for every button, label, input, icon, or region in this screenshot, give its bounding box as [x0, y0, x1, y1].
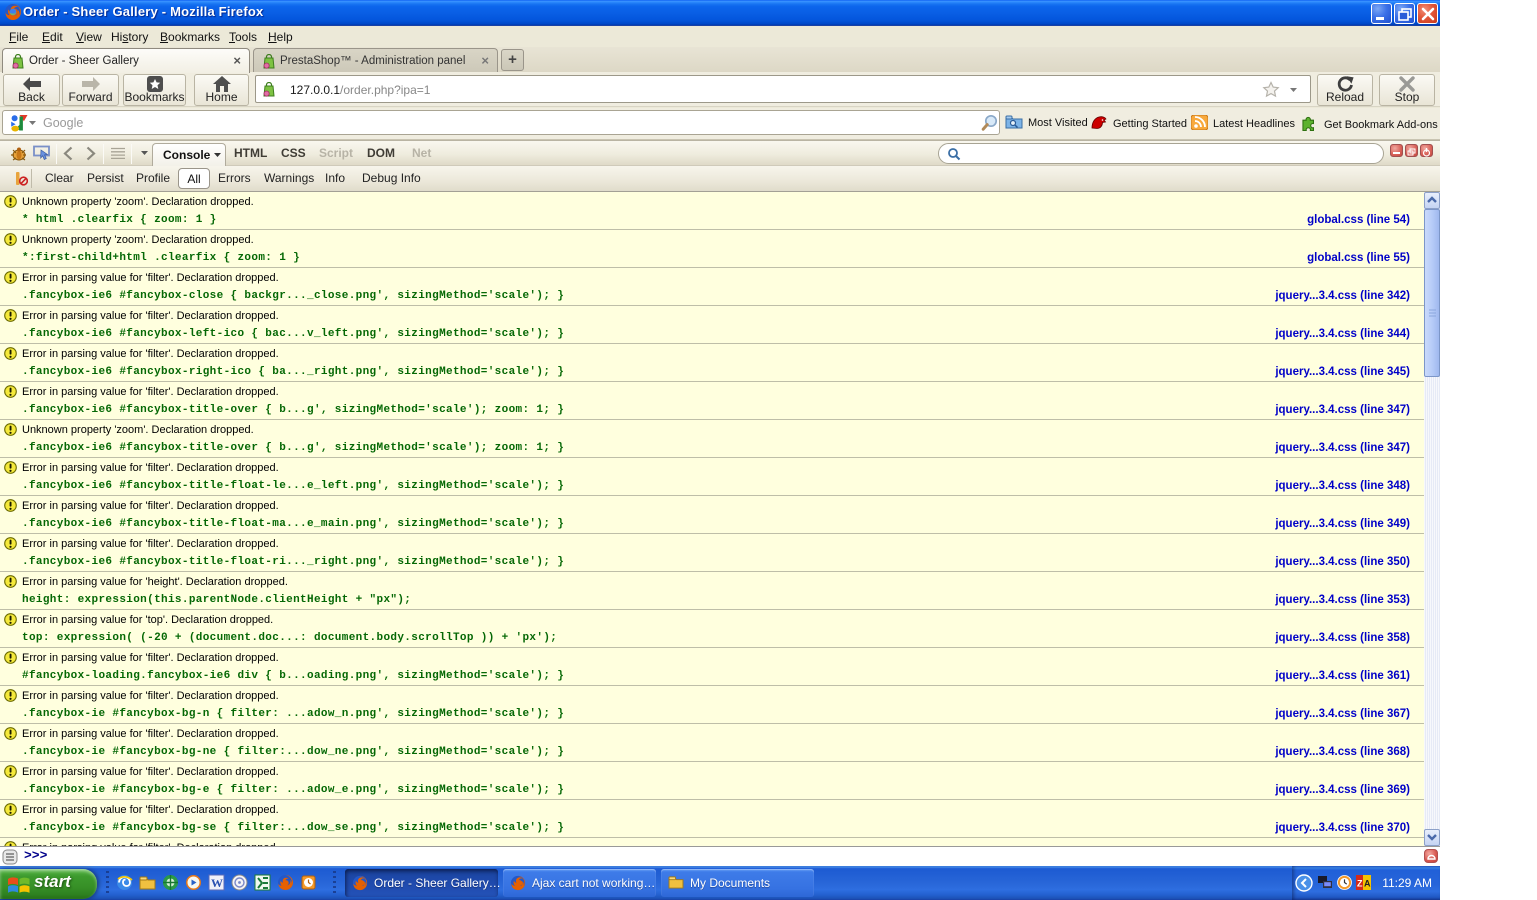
svg-text:A: A: [1364, 879, 1371, 889]
svg-text:Z: Z: [1357, 879, 1363, 889]
svg-text:W: W: [211, 876, 223, 890]
